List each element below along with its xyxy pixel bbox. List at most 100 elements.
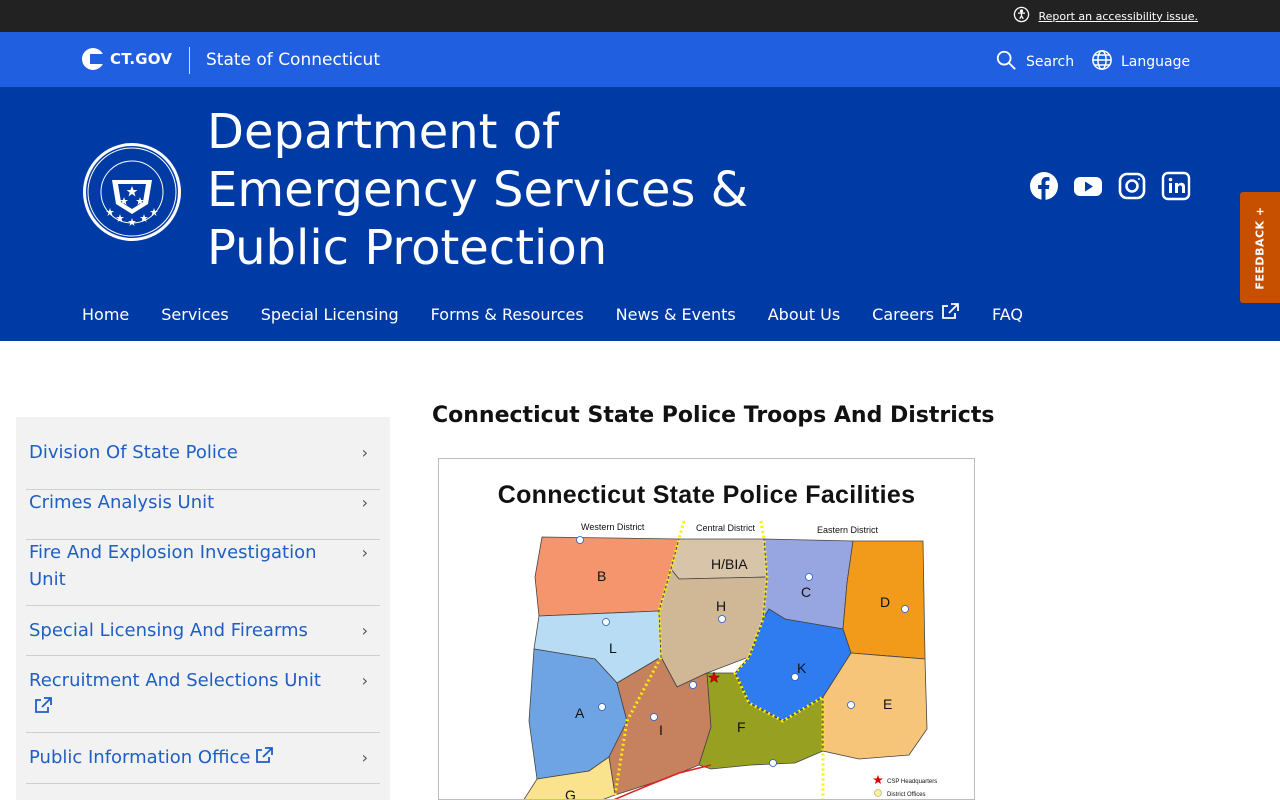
sidebar-item-recruitment-selections-unit[interactable]: Recruitment And Selections Unit › [26,667,380,733]
sidebar-item-division-of-state-police[interactable]: Division Of State Police › [26,439,380,490]
feedback-label: FEEDBACK + [1253,205,1267,290]
chevron-right-icon: › [361,748,368,767]
sidebar-item-label: Crimes Analysis Unit [29,492,215,513]
nav-item-about-us[interactable]: About Us [768,302,840,326]
troop-label: H [716,598,726,614]
troop-label: I [659,722,663,738]
troop-office-marker [650,713,658,721]
legend-label: CSP Headquarters [887,779,937,785]
nav-item-services[interactable]: Services [161,302,228,326]
language-button[interactable]: Language [1091,49,1190,75]
nav-item-faq[interactable]: FAQ [992,302,1023,326]
troop-office-marker [602,618,610,626]
nav-item-careers[interactable]: Careers [872,302,960,326]
state-name[interactable]: State of Connecticut [206,50,380,70]
troop-label: E [883,696,892,712]
agency-title: Department of Emergency Services & Publi… [207,104,749,276]
troop-office-marker [576,536,584,544]
feedback-button[interactable]: FEEDBACK + [1240,192,1280,303]
troop-b-region [534,536,680,617]
instagram-icon [1117,171,1147,201]
main-nav: Home Services Special Licensing Forms & … [82,302,1055,326]
nav-item-news-events[interactable]: News & Events [616,302,736,326]
nav-item-special-licensing[interactable]: Special Licensing [261,302,399,326]
sidebar-item-label: Special Licensing And Firearms [29,620,308,641]
accessibility-icon [1013,6,1030,26]
sidebar-item-label: Public Information Office [26,744,326,771]
sidebar-item-label: Recruitment And Selections Unit [26,667,326,721]
district-label: Eastern District [817,525,879,535]
agency-header: Department of Emergency Services & Publi… [0,87,1280,341]
external-link-icon [940,302,960,326]
chevron-right-icon: › [361,443,368,462]
sidebar-item-public-information-office[interactable]: Public Information Office › [26,744,380,784]
page-title: Connecticut State Police Troops And Dist… [432,403,995,428]
chevron-right-icon: › [361,543,368,562]
facebook-icon [1029,171,1059,201]
troop-label: G [565,787,576,800]
nav-item-label: News & Events [615,304,736,324]
troop-office-marker [718,615,726,623]
instagram-link[interactable] [1117,171,1147,201]
sidebar-item-special-licensing-firearms[interactable]: Special Licensing And Firearms › [26,617,380,656]
nav-item-home[interactable]: Home [82,302,129,326]
district-label: Western District [581,522,645,532]
search-label: Search [1026,54,1075,70]
youtube-icon [1073,171,1103,201]
district-label: Central District [696,523,756,533]
search-icon [995,49,1017,75]
search-button[interactable]: Search [995,49,1074,75]
legend-district-office-icon [874,789,882,797]
troop-label: A [575,705,585,721]
nav-item-forms-resources[interactable]: Forms & Resources [431,302,584,326]
utility-bar: Report an accessibility issue. [0,0,1280,32]
troop-label: H/BIA [711,556,748,572]
nav-item-label: Forms & Resources [430,304,584,324]
globe-icon [1091,49,1113,75]
nav-item-label: Special Licensing [260,304,399,324]
troop-label: B [597,568,606,584]
agency-seal[interactable] [82,142,182,242]
nav-item-label: Home [82,304,130,324]
sidebar-item-crimes-analysis-unit[interactable]: Crimes Analysis Unit › [26,489,380,540]
language-label: Language [1121,54,1191,70]
troop-office-marker [901,605,909,613]
troop-office-marker [805,573,813,581]
nav-item-label: Services [161,304,229,324]
facebook-link[interactable] [1029,171,1059,201]
ctgov-logo[interactable]: CT.GOV [82,48,172,70]
ctgov-logo-icon [82,48,104,70]
troop-label: C [801,584,811,600]
chevron-right-icon: › [361,671,368,690]
sidebar-item-text: Recruitment And Selections Unit [29,670,321,691]
accessibility-link-text: Report an accessibility issue. [1038,9,1198,23]
legend-headquarters-icon [873,775,883,784]
nav-item-label: Careers [872,304,934,324]
troop-office-marker [769,759,777,767]
ctgov-bar: CT.GOV State of Connecticut Search Langu… [0,32,1280,87]
troop-office-marker [847,701,855,709]
troop-label: D [880,594,890,610]
troop-label: L [609,640,617,656]
connecticut-map: B H/BIA H C D L K A I F E G CSP Headquar… [523,520,937,800]
accessibility-report-link[interactable]: Report an accessibility issue. [1013,6,1198,26]
external-link-icon [254,746,274,766]
sidebar: Division Of State Police › Crimes Analys… [16,417,390,800]
sidebar-item-label: Fire And Explosion Investigation Unit [29,542,317,590]
youtube-link[interactable] [1073,171,1103,201]
sidebar-item-text: Public Information Office [29,747,251,768]
chevron-right-icon: › [361,493,368,512]
chevron-right-icon: › [361,621,368,640]
map-title: Connecticut State Police Facilities [497,481,916,509]
troop-label: F [737,719,746,735]
header-divider [189,47,190,74]
legend-label: District Offices [887,792,926,798]
troop-office-marker [689,681,697,689]
sidebar-item-fire-explosion-investigation[interactable]: Fire And Explosion Investigation Unit › [26,539,380,606]
sidebar-item-label: Division Of State Police [29,442,238,463]
ctgov-logo-text: CT.GOV [110,50,173,68]
troop-office-marker [598,703,606,711]
nav-item-label: About Us [767,304,841,324]
troop-label: K [797,660,807,676]
linkedin-link[interactable] [1161,171,1191,201]
